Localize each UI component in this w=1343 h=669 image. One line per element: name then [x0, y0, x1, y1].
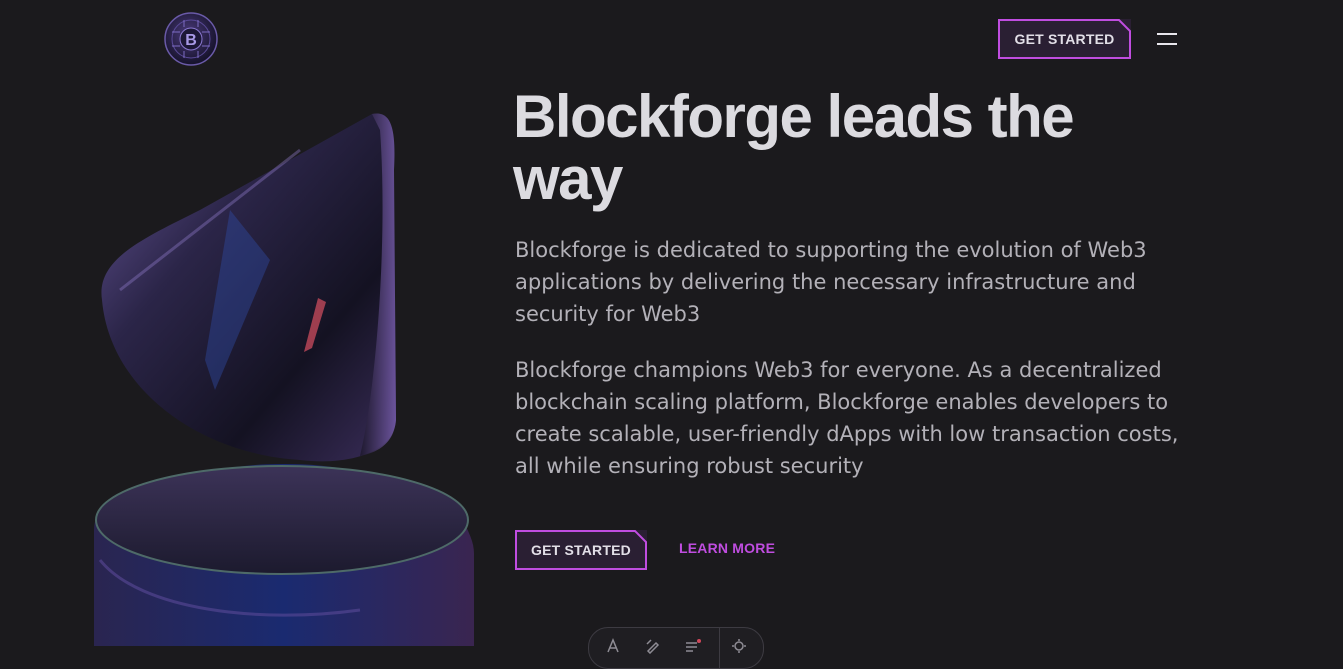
hero-get-started-button[interactable]: GET STARTED — [515, 530, 647, 570]
settings-icon[interactable] — [731, 638, 747, 654]
pen-icon[interactable] — [645, 638, 661, 654]
nav-get-started-label: GET STARTED — [1014, 31, 1115, 47]
nav-get-started-button[interactable]: GET STARTED — [998, 19, 1131, 59]
3d-shapes-illustration — [94, 113, 474, 646]
bitcoin-circuit-logo-icon: B — [164, 12, 218, 66]
learn-more-link[interactable]: LEARN MORE — [679, 540, 775, 556]
text-icon[interactable] — [605, 638, 621, 654]
toolbar-divider — [719, 628, 720, 668]
svg-text:B: B — [185, 32, 197, 49]
hamburger-menu-icon[interactable] — [1157, 31, 1177, 47]
floating-toolbar — [588, 627, 764, 669]
hero-get-started-label: GET STARTED — [531, 542, 631, 558]
hero-paragraph-1: Blockforge is dedicated to supporting th… — [515, 238, 1147, 326]
hero-paragraph-2: Blockforge champions Web3 for everyone. … — [515, 358, 1179, 478]
list-icon[interactable] — [685, 638, 701, 654]
brand-logo[interactable]: B — [164, 12, 218, 66]
hero-title: Blockforge leads the way — [513, 83, 1075, 212]
